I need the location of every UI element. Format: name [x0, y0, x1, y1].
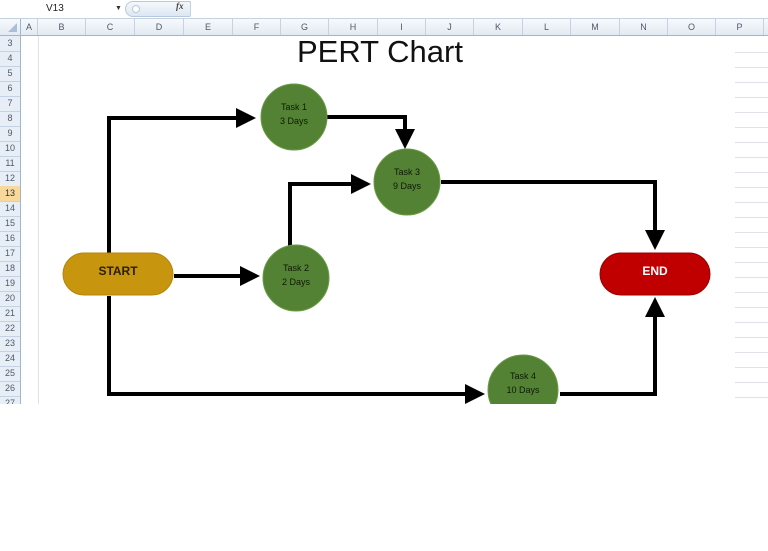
task-4-name: Task 4 — [510, 371, 536, 381]
task-1-duration: 3 Days — [280, 116, 309, 126]
edge-start-task1 — [107, 108, 256, 253]
end-node[interactable]: END — [599, 252, 711, 296]
task-node-3[interactable]: Task 3 9 Days — [373, 148, 441, 216]
pert-diagram: START END Task 1 3 Days Task 2 2 Days Ta… — [62, 83, 711, 410]
task-node-1[interactable]: Task 1 3 Days — [260, 83, 328, 151]
task-2-duration: 2 Days — [282, 277, 311, 287]
edge-task4-end — [560, 297, 665, 396]
task-node-4[interactable]: Task 4 10 Days — [487, 354, 559, 410]
task-node-2[interactable]: Task 2 2 Days — [262, 244, 330, 312]
start-label: START — [98, 264, 138, 278]
task-2-name: Task 2 — [283, 263, 309, 273]
task-3-duration: 9 Days — [393, 181, 422, 191]
start-node[interactable]: START — [62, 252, 174, 296]
end-label: END — [642, 264, 668, 278]
edge-task1-task3 — [327, 115, 415, 149]
task-1-name: Task 1 — [281, 102, 307, 112]
edge-task3-end — [441, 180, 665, 250]
edge-task2-task3 — [288, 174, 371, 248]
task-4-duration: 10 Days — [506, 385, 540, 395]
task-3-name: Task 3 — [394, 167, 420, 177]
